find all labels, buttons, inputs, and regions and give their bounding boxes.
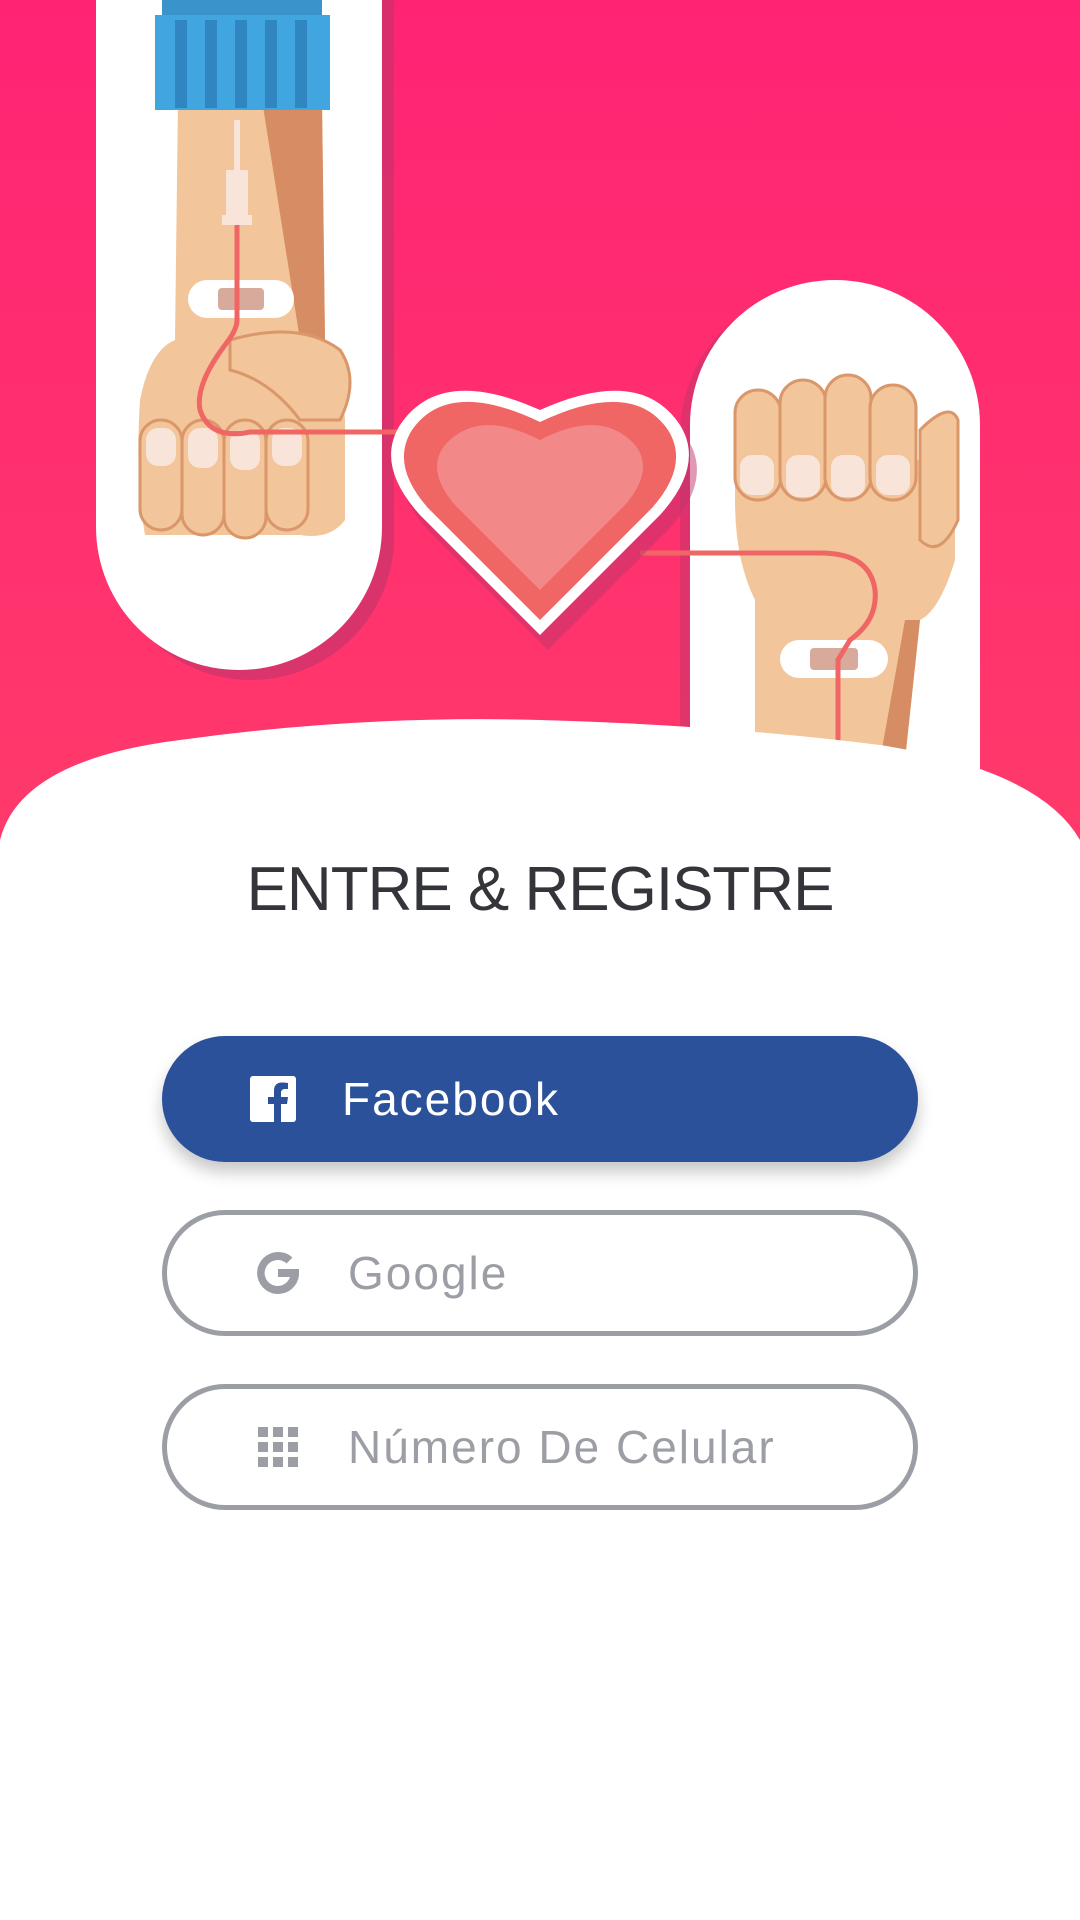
- facebook-icon: [246, 1072, 300, 1126]
- google-login-button[interactable]: Google: [162, 1210, 918, 1336]
- facebook-login-button[interactable]: Facebook: [162, 1036, 918, 1162]
- google-icon: [251, 1246, 305, 1300]
- page-title: ENTRE & REGISTRE: [246, 855, 835, 924]
- phone-button-label: Número De Celular: [348, 1421, 776, 1473]
- facebook-button-label: Facebook: [342, 1073, 561, 1125]
- dialpad-icon: [251, 1420, 305, 1474]
- phone-login-button[interactable]: Número De Celular: [162, 1384, 918, 1510]
- donor-arm-illustration: [96, 0, 400, 680]
- google-button-label: Google: [348, 1247, 509, 1299]
- hero-illustration: [0, 0, 1080, 860]
